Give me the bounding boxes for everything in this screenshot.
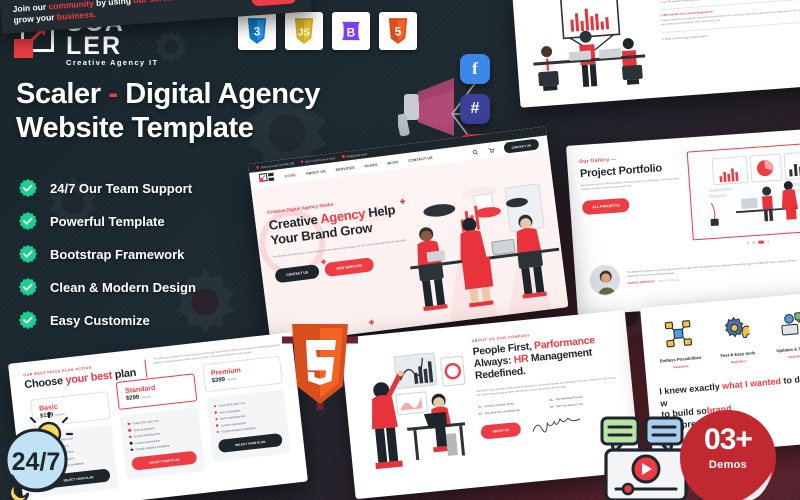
page-title: Scaler - Digital Agency Website Template <box>16 78 376 146</box>
feature-item: Clean & Modern Design <box>18 277 196 297</box>
css3-badge: 3 <box>238 12 276 50</box>
feature-list: 24/7 Our Team Support Powerful Template … <box>18 178 196 330</box>
svg-text:5: 5 <box>395 25 402 39</box>
feature-item: Powerful Template <box>18 211 196 231</box>
check-badge-icon <box>18 244 38 264</box>
plan-price: $399 <box>211 376 226 385</box>
join-now-button[interactable]: JOIN NOW <box>250 0 298 7</box>
select-plan-button[interactable]: SELECT YOUR PLAN <box>217 432 283 454</box>
demos-label: Demos <box>708 459 748 471</box>
poster-canvas: SCA LER Creative Agency IT 3 JS B 5 Scal… <box>0 0 800 500</box>
feature-label: Bootstrap Framework <box>50 246 185 262</box>
nav-item-about[interactable]: ABOUT US <box>306 169 326 175</box>
feature-label: 24/7 Our Team Support <box>50 180 193 196</box>
check-badge-icon <box>18 310 38 330</box>
logo-tagline: Creative Agency IT <box>66 58 159 67</box>
headline-word-agency: Digital Agency <box>125 78 321 110</box>
team-illustration <box>410 183 560 312</box>
cta-highlight: business. <box>56 9 97 23</box>
carousel-dot[interactable] <box>746 241 750 245</box>
plan-period: /month <box>226 376 237 382</box>
service-item[interactable]: Endless Possibilities Read More <box>651 319 707 371</box>
check-badge-icon <box>18 178 38 198</box>
cta-text: Join our <box>12 1 49 15</box>
pricing-plan-standard[interactable]: Standard $299 /month Great SEO work cost… <box>116 373 205 480</box>
cta-text: grow your <box>13 12 58 26</box>
gear-bulb-icon <box>724 316 752 339</box>
cart-icon[interactable] <box>487 147 494 154</box>
svg-text:B: B <box>347 26 356 40</box>
progress-handle <box>621 482 635 496</box>
nav-item-contact[interactable]: CONTACT US <box>408 155 433 162</box>
support-24-7-label: 24/7 <box>12 448 61 476</box>
updates-support-icon <box>781 311 800 336</box>
portfolio-page-mockup[interactable]: Our Gallery — Project Portfolio Best ser… <box>566 127 800 316</box>
quote-a: I knew exactly <box>658 381 723 397</box>
facebook-glyph: f <box>472 59 478 78</box>
gallery-body: Best services and kind of the work logic… <box>580 178 679 191</box>
nav-item-home[interactable]: HOME <box>285 173 297 178</box>
network-nodes-icon <box>664 320 692 348</box>
quote-accent1: what I wanted <box>721 376 782 392</box>
testimonial-author: MARCUS ANDERSON <box>627 280 655 286</box>
avatar <box>588 263 622 297</box>
html5-badge: 5 <box>379 12 417 50</box>
logo-text-bottom: LER <box>66 32 122 60</box>
facebook-icon[interactable]: f <box>460 54 490 84</box>
feature-item: Bootstrap Framework <box>18 244 196 264</box>
carousel-dot-active[interactable] <box>757 240 764 244</box>
service-name: Updates & Support <box>776 345 800 354</box>
homepage-mockup[interactable]: Give us a call 123-456-789 Mo-Fr 09:00 a… <box>248 126 569 345</box>
html5-large-badge <box>272 318 368 414</box>
nav-item-services[interactable]: SERVICES <box>335 165 355 171</box>
support-24-7-badge: 24/7 <box>0 410 86 500</box>
headline-word-scaler: Scaler <box>16 78 101 110</box>
check-badge-icon <box>18 277 38 297</box>
bootstrap-badge: B <box>332 12 370 50</box>
cta-text: and <box>183 0 201 2</box>
meeting-illustration <box>533 0 646 91</box>
nav-item-blog[interactable]: BLOG <box>387 160 398 165</box>
feature-label: Clean & Modern Design <box>50 279 196 295</box>
feature-label: Powerful Template <box>50 213 165 229</box>
headline-dash: - <box>108 78 118 110</box>
check-badge-icon <box>18 211 38 231</box>
hashtag-icon[interactable]: # <box>460 94 490 124</box>
faq-page-mockup[interactable]: 1. What does a digital marketing agency … <box>512 0 800 108</box>
feature-item: 24/7 Our Team Support <box>18 178 196 198</box>
search-icon[interactable] <box>471 149 478 156</box>
demos-count: 03+ <box>704 423 753 456</box>
service-item[interactable]: Fast & Easy tools Read More <box>709 314 765 366</box>
testimonial-text: The difference in between the almost rig… <box>626 258 797 278</box>
nav-item-pages[interactable]: PAGES <box>364 162 377 168</box>
javascript-badge: JS <box>285 12 323 50</box>
nav-logo-icon[interactable] <box>258 172 275 185</box>
carousel-dot[interactable] <box>766 240 770 243</box>
testimonial-role: CEO of IT Company <box>658 279 680 284</box>
plan-price: $299 <box>125 394 140 403</box>
svg-text:JS: JS <box>298 28 311 39</box>
hero-title-b: Help <box>364 201 397 221</box>
office-illustration <box>372 352 466 470</box>
headline-line2: Website Template <box>16 111 254 144</box>
plan-period: /month <box>141 394 151 400</box>
all-projects-button[interactable]: ALL PROJECTS <box>581 197 631 215</box>
chat-bubble-left-icon <box>600 416 640 446</box>
svg-text:3: 3 <box>254 25 261 39</box>
technology-badges: 3 JS B 5 <box>238 12 417 50</box>
hashtag-glyph: # <box>470 100 480 117</box>
feature-item: Easy Customize <box>18 310 196 330</box>
about-us-button[interactable]: ABOUT US <box>479 421 522 440</box>
dashboard-illustration <box>708 151 800 227</box>
carousel-dot[interactable] <box>752 241 755 244</box>
signature-icon <box>532 417 581 433</box>
service-item[interactable]: Updates & Support Read More <box>766 309 800 361</box>
feature-label: Easy Customize <box>50 312 150 328</box>
demos-count-badge: 03+ Demos <box>676 406 780 500</box>
select-plan-button[interactable]: SELECT YOUR PLAN <box>131 450 197 471</box>
